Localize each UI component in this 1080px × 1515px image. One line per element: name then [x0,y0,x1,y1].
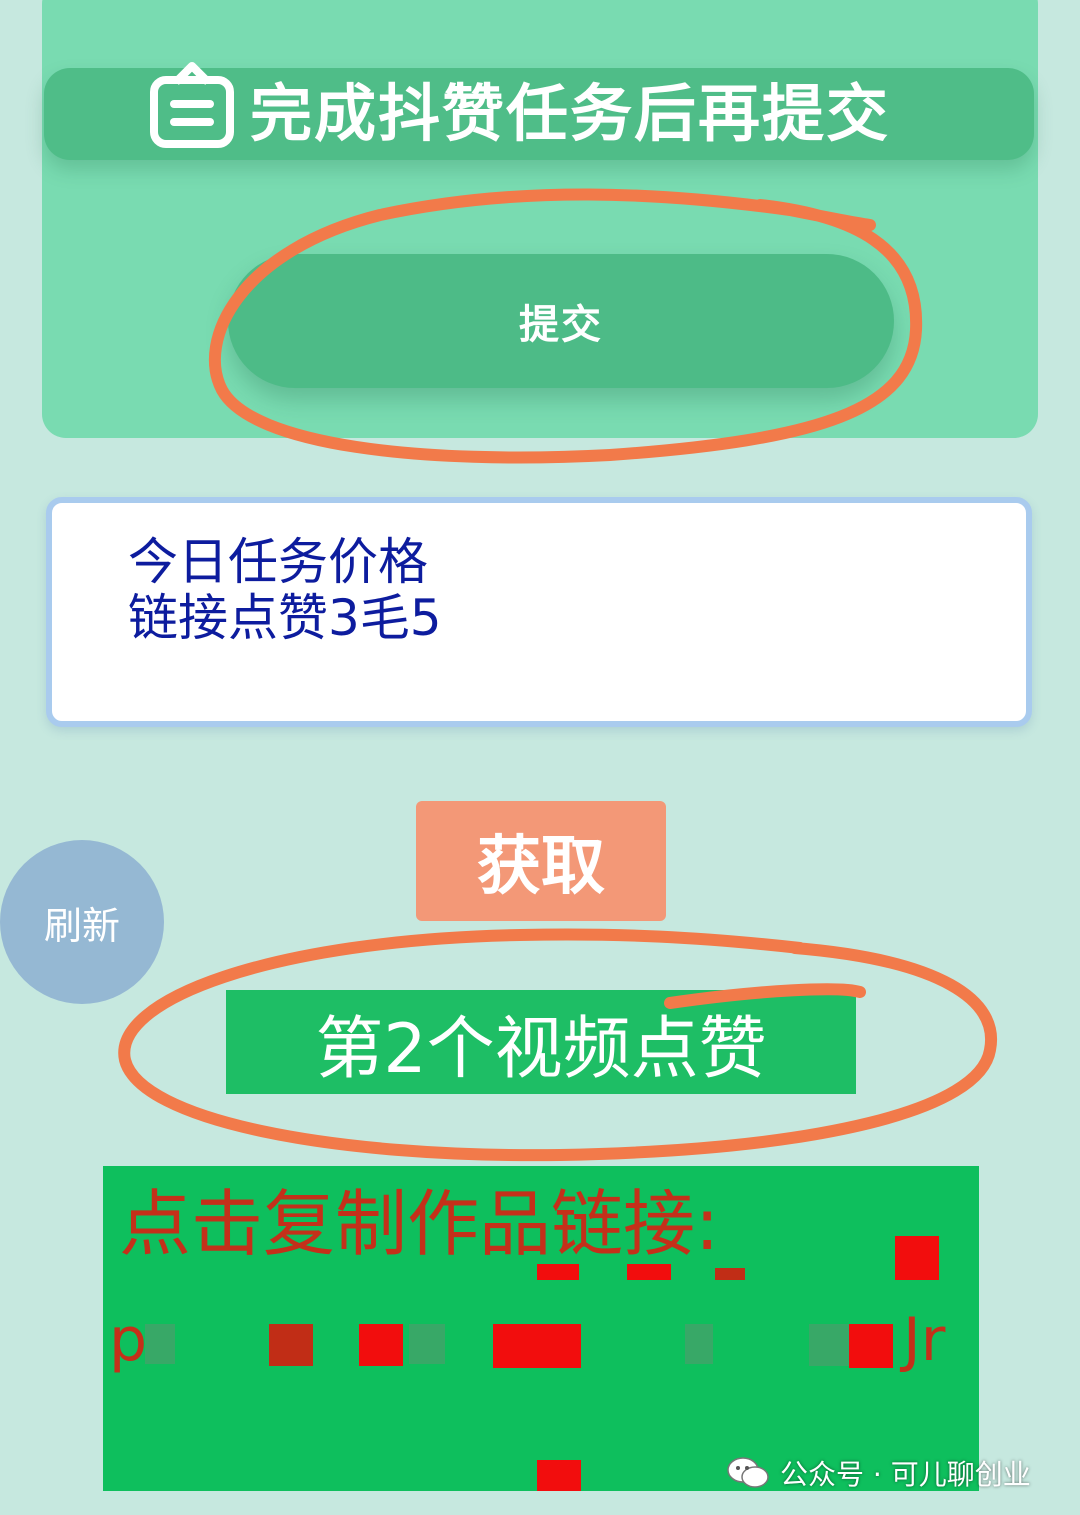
price-title: 今日任务价格 [128,533,428,591]
link-fragment-left: p [109,1305,148,1375]
redaction-block [269,1324,313,1366]
video-task-label: 第2个视频点赞 [226,990,856,1094]
link-fragment-right: Jr [903,1305,946,1375]
price-value: 链接点赞3毛5 [128,589,442,647]
refresh-button[interactable]: 刷新 [0,840,164,1004]
copy-link-title: 点击复制作品链接: [119,1182,720,1266]
redaction-blur [409,1324,445,1364]
redaction-block [895,1236,939,1280]
redaction-block [537,1264,579,1280]
redaction-block [627,1264,671,1280]
submit-button[interactable]: 提交 [228,254,894,388]
wechat-icon [727,1457,769,1488]
redaction-block [359,1324,403,1366]
copy-link-panel[interactable]: 点击复制作品链接: p Jr [103,1166,979,1491]
redaction-block [849,1324,893,1368]
redaction-block [715,1268,745,1280]
watermark-text: 公众号 · 可儿聊创业 [780,1458,1031,1491]
task-banner-text: 完成抖赞任务后再提交 [250,77,891,150]
price-info-card: 今日任务价格 链接点赞3毛5 [46,497,1032,727]
watermark: 公众号 · 可儿聊创业 [726,1448,1031,1498]
task-banner: 完成抖赞任务后再提交 [44,62,1034,160]
redaction-blur [809,1324,849,1366]
redaction-blur [145,1324,175,1364]
redaction-block [493,1324,581,1368]
redaction-blur [685,1324,713,1364]
get-task-button[interactable]: 获取 [416,801,666,921]
clipboard-icon [150,62,234,148]
redaction-block [537,1460,581,1491]
